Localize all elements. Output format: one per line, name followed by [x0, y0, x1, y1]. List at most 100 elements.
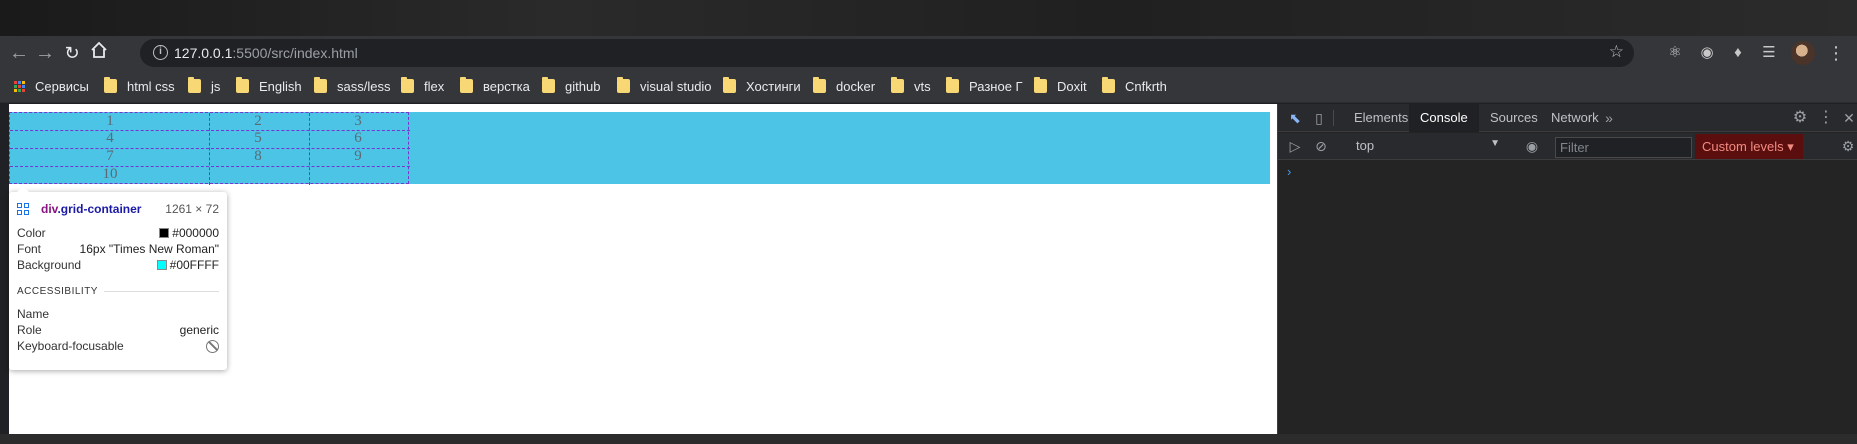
bookmark-folder[interactable]: sass/less [314, 77, 390, 95]
home-icon[interactable] [86, 40, 112, 66]
bookmark-label: visual studio [640, 78, 712, 94]
grid-item: 1 [106, 113, 114, 129]
grid-item: 5 [254, 130, 262, 146]
bookmark-folder[interactable]: English [236, 77, 302, 95]
bookmark-folder[interactable]: vts [891, 77, 931, 95]
element-selector: div.grid-container [41, 202, 142, 216]
bookmark-label: html css [127, 78, 175, 94]
clear-console-icon[interactable]: ⊘ [1312, 137, 1330, 155]
address-bar[interactable]: i 127.0.0.1:5500/src/index.html ☆ [140, 39, 1634, 67]
more-tabs-icon[interactable]: » [1600, 109, 1618, 127]
background-swatch [156, 260, 167, 270]
menu-kebab-icon[interactable]: ⋮ [1826, 43, 1846, 63]
bookmark-label: docker [836, 78, 876, 94]
grid-item: 8 [254, 148, 262, 164]
bookmark-label: vts [914, 78, 931, 94]
filter-input[interactable]: Filter [1555, 137, 1692, 158]
bookmark-folder[interactable]: github [542, 77, 600, 95]
grid-item: 9 [354, 148, 362, 164]
bookmark-label: Cnfkrth [1125, 78, 1167, 94]
console-prompt[interactable]: › [1287, 164, 1291, 179]
folder-icon [236, 77, 249, 93]
bookmark-folder[interactable]: visual studio [617, 77, 712, 95]
devtools-menu-icon[interactable]: ⋮ [1817, 109, 1835, 127]
folder-icon [460, 77, 473, 93]
grid-overlay: 1 2 3 4 5 6 7 8 9 10 [9, 112, 410, 185]
url-text[interactable]: 127.0.0.1:5500/src/index.html [174, 45, 358, 61]
bookmark-folder[interactable]: html css [104, 77, 175, 95]
context-selector[interactable]: top ▼ [1356, 138, 1500, 156]
grid-container[interactable]: 1 2 3 4 5 6 7 8 9 10 [9, 112, 1270, 185]
grid-item: 4 [106, 130, 114, 146]
bookmark-folder[interactable]: Cnfkrth [1102, 77, 1167, 95]
bookmark-label: верстка [483, 78, 530, 94]
device-toolbar-icon[interactable]: ▯ [1310, 109, 1328, 127]
bookmark-folder[interactable]: Разное Г [946, 77, 1023, 95]
back-arrow-icon[interactable]: ← [6, 40, 32, 66]
folder-icon [104, 77, 117, 93]
settings-gear-icon[interactable]: ⚙ [1791, 109, 1809, 127]
folder-icon [1034, 77, 1047, 93]
tab-strip [0, 0, 1857, 36]
browser-toolbar: ← → ↻ i 127.0.0.1:5500/src/index.html ☆ … [0, 36, 1857, 69]
row-label: Color [17, 226, 46, 240]
devtools-tabbar: ⬉ ▯ Elements Console Sources Network » ⚙… [1278, 104, 1857, 132]
bookmark-label: Разное Г [969, 78, 1023, 94]
tooltip-row-name: Name [17, 306, 219, 322]
bookmark-star-icon[interactable]: ☆ [1609, 42, 1624, 62]
bookmarks-bar: Сервисы html css js English sass/less fl… [0, 69, 1857, 103]
devtools-panel: ⬉ ▯ Elements Console Sources Network » ⚙… [1277, 104, 1857, 434]
grid-item: 10 [102, 166, 118, 182]
tooltip-row-role: Role generic [17, 322, 219, 338]
bookmark-folder[interactable]: верстка [460, 77, 530, 95]
dropdown-arrow-icon: ▼ [1490, 138, 1500, 149]
inspect-element-icon[interactable]: ⬉ [1286, 109, 1304, 127]
row-label: Name [17, 307, 50, 321]
row-label: Font [17, 242, 42, 256]
sidebar-toggle-icon[interactable]: ▷ [1286, 137, 1304, 155]
row-label: Background [17, 258, 82, 272]
tooltip-header: div.grid-container 1261 × 72 [17, 201, 219, 217]
inspect-tooltip: div.grid-container 1261 × 72 Color #0000… [9, 186, 227, 370]
apps-grid-icon [14, 80, 25, 92]
row-value: 16px "Times New Roman" [79, 242, 219, 256]
bookmark-label: English [259, 78, 302, 94]
bookmark-label: flex [424, 78, 445, 94]
folder-icon [813, 77, 826, 93]
bookmark-folder[interactable]: Doxit [1034, 77, 1087, 95]
live-expression-eye-icon[interactable]: ◉ [1523, 137, 1541, 155]
folder-icon [401, 77, 414, 93]
tooltip-row-focusable: Keyboard-focusable [17, 338, 219, 354]
console-settings-icon[interactable]: ⚙ [1839, 137, 1857, 155]
site-info-icon[interactable]: i [153, 45, 168, 60]
folder-icon [188, 77, 201, 93]
tooltip-row-font: Font 16px "Times New Roman" [17, 241, 219, 257]
tab-elements[interactable]: Elements [1343, 104, 1419, 132]
tab-sources[interactable]: Sources [1479, 104, 1549, 132]
not-focusable-icon [206, 339, 219, 353]
bookmark-apps[interactable]: Сервисы [14, 77, 89, 95]
bookmark-folder[interactable]: Хостинги [723, 77, 801, 95]
profile-avatar[interactable] [1791, 41, 1815, 65]
row-value: #000000 [172, 226, 219, 240]
react-devtools-icon[interactable]: ⚛ [1665, 43, 1685, 63]
row-value: #00FFFF [169, 258, 219, 272]
folder-icon [314, 77, 327, 93]
reload-icon[interactable]: ↻ [59, 40, 85, 66]
tab-console[interactable]: Console [1409, 104, 1479, 132]
bookmark-folder[interactable]: flex [401, 77, 444, 95]
playlist-icon[interactable]: ☰ [1759, 43, 1779, 63]
console-toolbar: ▷ ⊘ top ▼ ◉ Filter Custom levels ▾ ⚙ [1278, 133, 1857, 160]
bookmark-label: Сервисы [35, 78, 89, 94]
forward-arrow-icon[interactable]: → [32, 40, 58, 66]
close-devtools-icon[interactable]: ✕ [1840, 109, 1857, 127]
folder-icon [1102, 77, 1115, 93]
bookmark-folder[interactable]: js [188, 77, 220, 95]
bookmark-folder[interactable]: docker [813, 77, 875, 95]
bookmark-label: github [565, 78, 601, 94]
target-extension-icon[interactable]: ◉ [1697, 43, 1717, 63]
folder-icon [617, 77, 630, 93]
log-levels-dropdown[interactable]: Custom levels ▾ [1695, 134, 1803, 159]
extensions-puzzle-icon[interactable]: ♦ [1728, 43, 1748, 63]
bookmark-label: Doxit [1057, 78, 1087, 94]
